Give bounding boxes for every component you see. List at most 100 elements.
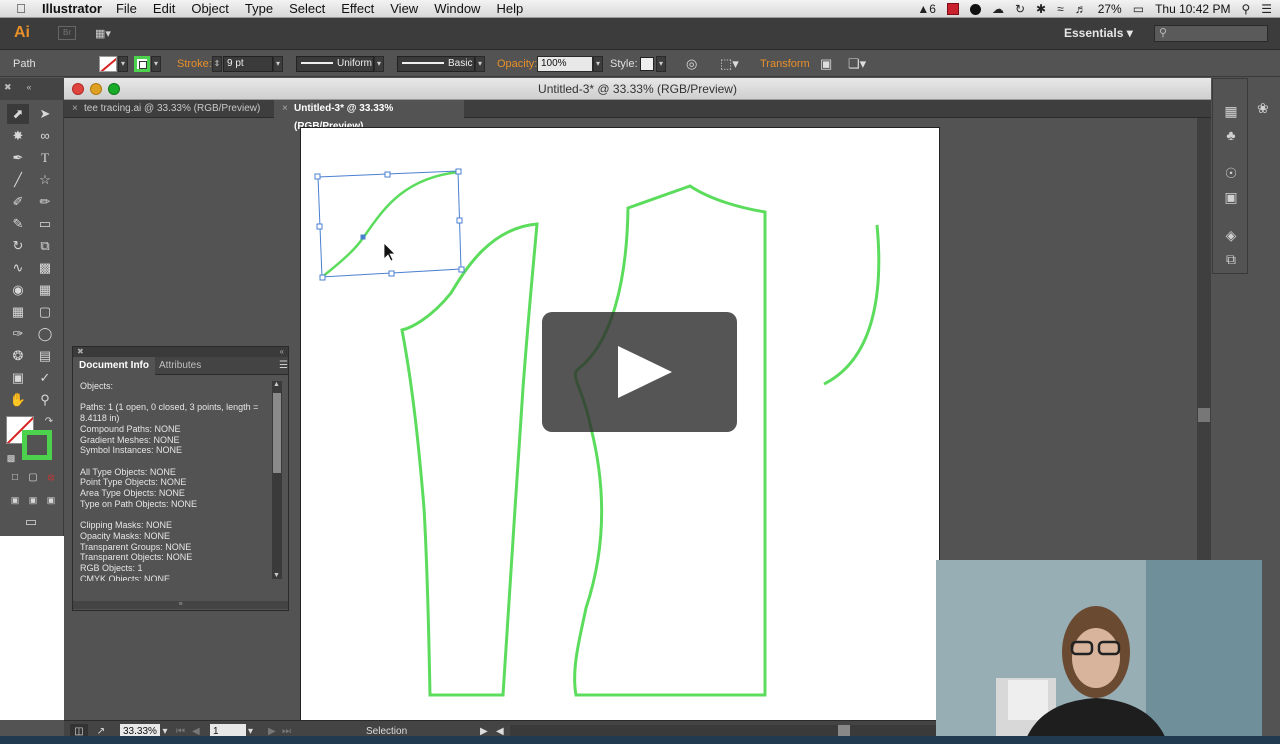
bbox-handle[interactable] [458,266,465,273]
workspace-switcher[interactable]: Essentials ▾ [1064,26,1133,40]
menu-select[interactable]: Select [289,1,325,16]
tab-attributes[interactable]: Attributes [153,357,207,375]
creative-cloud-icon[interactable]: ☁ [992,2,1004,16]
width-tool-icon[interactable]: ∿ [7,258,29,278]
menu-type[interactable]: Type [245,1,273,16]
align-icon[interactable]: ⬚▾ [720,51,739,77]
help-search-input[interactable]: ⚲ [1154,25,1268,42]
red-square-icon[interactable] [946,3,959,15]
search-icon[interactable]: ⚲ [1241,2,1250,16]
list-icon[interactable]: ☰ [1261,2,1272,16]
eyedropper-tool-icon[interactable]: ✑ [7,324,29,344]
zoom-window-icon[interactable] [108,83,120,95]
perspective-grid-tool-icon[interactable]: ▦ [34,280,56,300]
appearance-panel-icon[interactable]: ☉ [1221,163,1241,183]
brush-definition[interactable]: Basic ▾ [397,51,485,77]
isolate-icon[interactable]: ▣ [820,51,832,77]
bluetooth-icon[interactable]: ✱ [1036,2,1046,16]
tab-tee-tracing[interactable]: × tee tracing.ai @ 33.33% (RGB/Preview) [64,100,274,118]
opacity-field-wrap[interactable]: 100% ▾ [537,51,603,77]
menu-file[interactable]: File [116,1,137,16]
paintbrush-tool-icon[interactable]: ✐ [7,192,29,212]
bbox-handle[interactable] [384,171,391,178]
record-icon[interactable] [969,3,981,15]
opacity-field[interactable]: 100% [537,56,593,72]
transform-link[interactable]: Transform [760,51,810,77]
type-tool-icon[interactable]: T [34,148,56,168]
scroll-down-icon[interactable]: ▼ [273,572,280,579]
gradient-tool-icon[interactable]: ▢ [34,302,56,322]
rotate-tool-icon[interactable]: ↻ [7,236,29,256]
pencil-tool-icon[interactable]: ✏ [34,192,56,212]
window-titlebar[interactable]: Untitled-3* @ 33.33% (RGB/Preview) [64,78,1211,100]
tab-untitled-3[interactable]: ×Untitled-3* @ 33.33% (RGB/Preview) [274,100,464,132]
scroll-up-icon[interactable]: ▲ [273,381,280,388]
tab-document-info[interactable]: Document Info [73,357,155,375]
menu-object[interactable]: Object [191,1,229,16]
stroke-swatch[interactable]: ▾ [134,51,161,77]
pen-tool-icon[interactable]: ✒ [7,148,29,168]
minimize-window-icon[interactable] [90,83,102,95]
draw-inside-icon[interactable]: ▣ [40,490,62,510]
panel-menu-icon[interactable]: ☰ [273,357,294,375]
mesh-tool-icon[interactable]: ▦ [7,302,29,322]
scale-tool-icon[interactable]: ⧉ [34,236,56,256]
direct-selection-tool-icon[interactable]: ➤ [34,104,56,124]
artboard-tool-icon[interactable]: ▣ [7,368,29,388]
stroke-label[interactable]: Stroke: [177,51,212,77]
blend-tool-icon[interactable]: ◯ [34,324,56,344]
bbox-handle[interactable] [455,168,462,175]
line-tool-icon[interactable]: ╱ [7,170,29,190]
time-machine-icon[interactable]: ↻ [1015,2,1025,16]
clock[interactable]: Thu 10:42 PM [1155,2,1230,16]
lasso-tool-icon[interactable]: ∞ [34,126,56,146]
menu-effect[interactable]: Effect [341,1,374,16]
panel-scrollbar-thumb[interactable] [273,393,281,473]
menu-help[interactable]: Help [496,1,523,16]
apple-icon[interactable]:  [12,1,30,16]
stroke-color-box[interactable] [22,430,52,460]
blob-brush-tool-icon[interactable]: ✎ [7,214,29,234]
stroke-weight-stepper[interactable]: ⇕ 9 pt ▾ [212,51,283,77]
screen-mode-icon[interactable]: ▭ [20,512,42,532]
recolor-artwork-icon[interactable]: ◎ [686,51,697,77]
swap-fill-stroke-icon[interactable]: ↷ [38,412,60,432]
slice-tool-icon[interactable]: ✓ [34,368,56,388]
free-transform-tool-icon[interactable]: ▩ [34,258,56,278]
graphic-styles-panel-icon[interactable]: ▣ [1221,187,1241,207]
magic-wand-tool-icon[interactable]: ✸ [7,126,29,146]
none-mode-icon[interactable]: ⦻ [40,468,62,488]
bbox-handle[interactable] [314,173,321,180]
arrange-documents-icon[interactable]: ▦▾ [95,27,119,41]
star-tool-icon[interactable]: ☆ [34,170,56,190]
panel-scrollbar[interactable]: ▲ ▼ [272,381,282,579]
adobe-updates-icon[interactable]: ▲6 [917,2,936,16]
menu-app-name[interactable]: Illustrator [42,1,102,16]
panel-menu-icon[interactable]: ❏▾ [848,51,866,77]
column-graph-tool-icon[interactable]: ▤ [34,346,56,366]
panel-resize-grip[interactable]: ≡ [73,601,288,609]
artboards-panel-icon[interactable]: ⧉ [1221,249,1241,269]
swatches-panel-icon[interactable]: ▦ [1221,101,1241,121]
bbox-handle[interactable] [388,270,395,277]
neck-curve-path[interactable] [823,224,881,386]
hand-tool-icon[interactable]: ✋ [7,390,29,410]
graphic-style-swatch[interactable]: ▾ [640,51,666,77]
close-window-icon[interactable] [72,83,84,95]
default-colors-icon[interactable]: ▩ [0,448,22,468]
battery-percent[interactable]: 27% [1098,2,1122,16]
panel-header[interactable]: ✖ « [73,347,288,357]
stroke-weight-field[interactable]: 9 pt [223,56,273,72]
sleeve-left-path[interactable] [400,222,539,697]
variable-width-profile[interactable]: Uniform ▾ [296,51,384,77]
anchor-point[interactable] [360,234,366,240]
opacity-label[interactable]: Opacity: [497,51,537,77]
close-tab-icon[interactable]: × [72,100,78,118]
scrollbar-thumb[interactable] [1198,408,1210,422]
volume-icon[interactable]: ♬ [1075,2,1087,16]
battery-icon[interactable]: ▭ [1133,2,1144,16]
selection-tool-icon[interactable]: ⬈ [7,104,29,124]
symbol-sprayer-tool-icon[interactable]: ❂ [7,346,29,366]
wifi-icon[interactable]: ≈ [1057,2,1064,16]
menu-view[interactable]: View [390,1,418,16]
